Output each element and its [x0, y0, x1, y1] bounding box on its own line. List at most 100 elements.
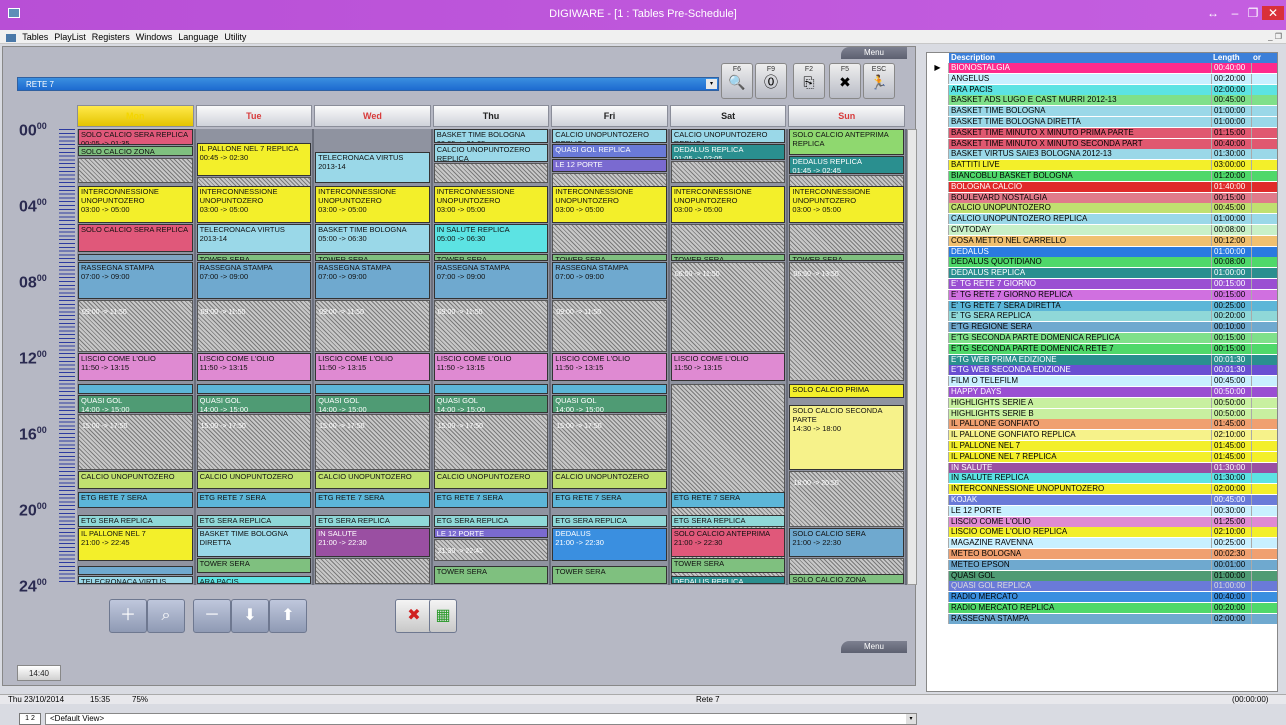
empty-slot[interactable] [78, 157, 193, 184]
list-row[interactable]: BASKET TIME MINUTO X MINUTO SECONDA PART… [927, 138, 1277, 149]
day-header-wed[interactable]: Wed [314, 105, 431, 127]
schedule-event[interactable]: SOLO CALCIO ANTEPRIMA REPLICA [789, 129, 904, 155]
list-row[interactable]: IN SALUTE 01:30:00 [927, 462, 1277, 473]
close-button[interactable]: ✕ [1262, 6, 1284, 20]
empty-slot[interactable] [315, 558, 430, 584]
list-row[interactable]: BOLOGNA CALCIO 01:40:00 [927, 181, 1277, 192]
schedule-event[interactable]: ETG SERA REPLICA [196, 514, 312, 527]
list-row[interactable]: DEDALUS QUOTIDIANO 00:08:00 [927, 257, 1277, 268]
empty-slot[interactable]: 09:00 -> 11:50 [196, 300, 312, 353]
list-row[interactable]: RADIO MERCATO 00:40:00 [927, 592, 1277, 603]
list-row[interactable]: LISCIO COME L'OLIO REPLICA 02:10:00 [927, 527, 1277, 538]
empty-slot[interactable] [789, 224, 904, 254]
empty-slot[interactable]: 21:30 -> 22:45 [433, 539, 549, 562]
day-header-thu[interactable]: Thu [432, 105, 550, 127]
schedule-event[interactable]: RASSEGNA STAMPA 07:00 -> 09:00 [552, 262, 667, 299]
empty-slot[interactable]: 15:00 -> 17:50 [78, 414, 193, 470]
menu-tab-top[interactable]: Menu [841, 47, 907, 59]
list-row[interactable]: IL PALLONE GONFIATO REPLICA 02:10:00 [927, 430, 1277, 441]
delete-button[interactable]: ✖ [395, 599, 433, 633]
menu-tab-bottom[interactable]: Menu [841, 641, 907, 653]
day-header-mon[interactable]: Mon [77, 105, 194, 127]
schedule-event[interactable]: TOWER SERA [789, 254, 904, 261]
schedule-event[interactable]: TOWER SERA [433, 254, 549, 261]
schedule-event[interactable]: BASKET TIME BOLOGNA 05:00 -> 06:30 [315, 224, 430, 254]
empty-slot[interactable]: 15:00 -> 17:50 [433, 414, 549, 470]
schedule-event[interactable]: ETG RETE 7 SERA [552, 491, 667, 508]
schedule-event[interactable]: LISCIO COME L'OLIO 11:50 -> 13:15 [433, 353, 549, 381]
list-row[interactable]: E' TG RETE 7 SERA DIRETTA 00:25:00 [927, 300, 1277, 311]
list-row[interactable]: HIGHLIGHTS SERIE A 00:50:00 [927, 397, 1277, 408]
schedule-event[interactable]: QUASI GOL REPLICA [552, 144, 667, 159]
list-row[interactable]: IN SALUTE REPLICA 01:30:00 [927, 473, 1277, 484]
list-row[interactable]: QUASI GOL REPLICA 01:00:00 [927, 581, 1277, 592]
schedule-event[interactable]: ETG SERA REPLICA [552, 514, 667, 527]
list-row[interactable]: BASKET TIME BOLOGNA 01:00:00 [927, 106, 1277, 117]
empty-slot[interactable]: 15:00 -> 17:50 [315, 414, 430, 470]
fkey-f5-button[interactable]: F5 ✖ [829, 63, 861, 99]
empty-slot[interactable] [552, 224, 667, 254]
list-row[interactable]: BIANCOBLU BASKET BOLOGNA 01:20:00 [927, 171, 1277, 181]
day-header-sat[interactable]: Sat [669, 105, 787, 127]
schedule-event[interactable]: TOWER SERA [670, 254, 786, 261]
list-row[interactable]: DEDALUS REPLICA 01:00:00 [927, 268, 1277, 279]
day-header-fri[interactable]: Fri [551, 105, 668, 127]
export-button[interactable]: ▦ [429, 599, 457, 633]
list-row[interactable]: LE 12 PORTE 00:30:00 [927, 505, 1277, 516]
chevron-down-icon[interactable]: ▾ [906, 714, 916, 724]
menu-registers[interactable]: Registers [92, 32, 130, 42]
schedule-event[interactable]: SOLO CALCIO ZONA [78, 146, 193, 157]
schedule-event[interactable]: ETG SERA REPLICA [433, 514, 549, 527]
move-up-button[interactable]: ⬆ [269, 599, 307, 633]
schedule-event[interactable] [78, 254, 193, 261]
list-row[interactable]: RASSEGNA STAMPA 02:00:00 [927, 613, 1277, 624]
schedule-event[interactable] [78, 566, 193, 575]
list-row[interactable]: ▶ BIONOSTALGIA 00:40:00 [927, 63, 1277, 73]
list-row[interactable]: INTERCONNESSIONE UNOPUNTOZERO 02:00:00 [927, 484, 1277, 495]
list-row[interactable]: FILM O TELEFILM 00:45:00 [927, 376, 1277, 387]
list-row[interactable]: BASKET VIRTUS SAIE3 BOLOGNA 2012-13 01:30… [927, 149, 1277, 160]
grid-scrollbar[interactable] [907, 129, 917, 585]
day-header-sun[interactable]: Sun [788, 105, 905, 127]
menu-language[interactable]: Language [178, 32, 218, 42]
schedule-event[interactable]: INTERCONNESSIONE UNOPUNTOZERO 03:00 -> 05… [78, 186, 193, 223]
col-length[interactable]: Length [1211, 53, 1251, 63]
list-row[interactable]: BASKET TIME MINUTO X MINUTO PRIMA PARTE 0… [927, 127, 1277, 138]
list-row[interactable]: CIVTODAY 00:08:00 [927, 225, 1277, 235]
schedule-event[interactable]: BASKET TIME BOLOGNA DIRETTA [196, 528, 312, 558]
schedule-event[interactable]: CALCIO UNOPUNTOZERO REPLICA [670, 129, 786, 144]
list-row[interactable]: ANGELUS 00:20:00 [927, 73, 1277, 84]
schedule-event[interactable]: DEDALUS REPLICA [670, 575, 786, 584]
chevron-down-icon[interactable]: ▾ [706, 79, 717, 89]
schedule-event[interactable]: LISCIO COME L'OLIO 11:50 -> 13:15 [670, 353, 786, 381]
schedule-event[interactable]: LISCIO COME L'OLIO 11:50 -> 13:15 [196, 353, 312, 381]
fkey-f9-button[interactable]: F9 ⓪ [755, 63, 787, 99]
list-row[interactable]: QUASI GOL 01:00:00 [927, 570, 1277, 581]
zoom-out-button[interactable]: － [193, 599, 231, 633]
schedule-event[interactable] [552, 383, 667, 394]
schedule-event[interactable]: TELECRONACA VIRTUS 2013-14 [315, 151, 430, 184]
schedule-event[interactable]: TELECRONACA VIRTUS 2013-14 [196, 224, 312, 254]
fkey-esc-button[interactable]: ESC 🏃 [863, 63, 895, 99]
list-row[interactable]: KOJAK 00:45:00 [927, 495, 1277, 505]
schedule-event[interactable]: DEDALUS REPLICA 01:45 -> 02:45 [789, 155, 904, 174]
schedule-event[interactable]: DEDALUS REPLICA 01:05 -> 02:05 [670, 144, 786, 161]
schedule-event[interactable]: SOLO CALCIO ANTEPRIMA 21:00 -> 22:30 [670, 528, 786, 558]
menu-playlist[interactable]: PlayList [54, 32, 86, 42]
list-row[interactable]: E' TG RETE 7 GIORNO REPLICA 00:15:00 [927, 289, 1277, 300]
schedule-event[interactable]: SOLO CALCIO SERA REPLICA 00:05 -> 01:35 [78, 129, 193, 146]
list-row[interactable]: COSA METTO NEL CARRELLO 00:12:00 [927, 235, 1277, 246]
schedule-event[interactable]: TOWER SERA [196, 254, 312, 261]
schedule-event[interactable]: INTERCONNESSIONE UNOPUNTOZERO 03:00 -> 05… [552, 186, 667, 223]
list-row[interactable]: METEO BOLOGNA 00:02:30 [927, 549, 1277, 559]
schedule-event[interactable]: INTERCONNESSIONE UNOPUNTOZERO 03:00 -> 05… [670, 186, 786, 223]
list-row[interactable]: E'TG SECONDA PARTE DOMENICA RETE 7 00:15:… [927, 343, 1277, 354]
list-row[interactable]: DEDALUS 01:00:00 [927, 246, 1277, 257]
schedule-event[interactable]: ARA PACIS [196, 575, 312, 584]
schedule-event[interactable]: ETG SERA REPLICA [670, 514, 786, 527]
menu-windows[interactable]: Windows [136, 32, 173, 42]
view-select[interactable]: <Default View> ▾ [45, 713, 917, 725]
schedule-event[interactable]: LISCIO COME L'OLIO 11:50 -> 13:15 [78, 353, 193, 381]
schedule-event[interactable]: SOLO CALCIO ZONA [789, 573, 904, 584]
list-row[interactable]: CALCIO UNOPUNTOZERO REPLICA 01:00:00 [927, 214, 1277, 225]
